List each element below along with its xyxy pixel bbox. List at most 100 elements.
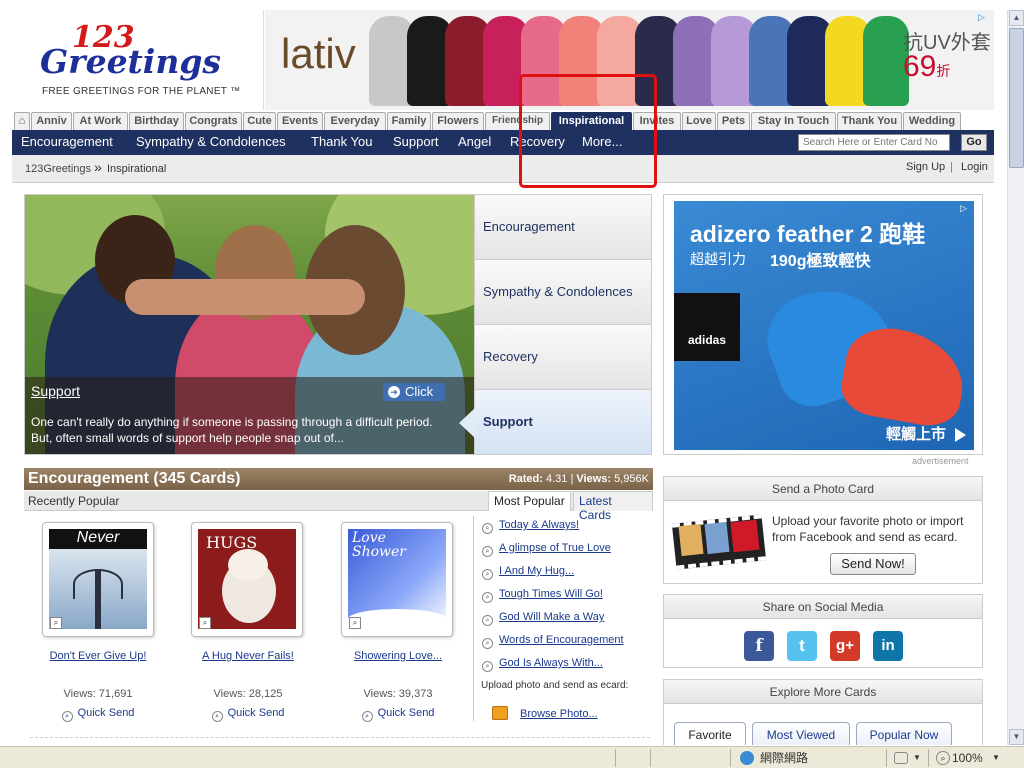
card-thumbnail[interactable]: HUGS ⌕ [191, 522, 303, 637]
preview-icon: ⌕ [482, 592, 493, 603]
zoom-icon[interactable]: ⌕ [349, 617, 361, 629]
tab-stay-in-touch[interactable]: Stay In Touch [751, 112, 836, 130]
card-views: Views: 39,373 [363, 688, 433, 700]
nav-support[interactable]: Support [393, 134, 439, 149]
preview-icon: ⌕ [482, 615, 493, 626]
zoom-icon[interactable]: ⌕ [199, 617, 211, 629]
quick-send-link[interactable]: ⌕ Quick Send [328, 707, 468, 722]
advertisement-label: advertisement [912, 456, 969, 466]
zoom-icon[interactable]: ⌕ [50, 617, 62, 629]
linkedin-icon[interactable]: in [873, 631, 903, 661]
popular-card-link[interactable]: ⌕ Tough Times Will Go! [482, 588, 603, 603]
tab-events[interactable]: Events [277, 112, 323, 130]
popular-card-link[interactable]: ⌕ A glimpse of True Love [482, 542, 611, 557]
adidas-logo: adidas [674, 293, 740, 361]
tab-birthday[interactable]: Birthday [129, 112, 184, 130]
tab-family[interactable]: Family [387, 112, 431, 130]
slider-tab-support[interactable]: Support [459, 390, 651, 454]
login-link[interactable]: Login [961, 161, 988, 173]
facebook-icon[interactable]: f [744, 631, 774, 661]
card-name-link[interactable]: Don't Ever Give Up! [28, 650, 168, 662]
card-thumbnail[interactable]: Love Shower ⌕ [341, 522, 453, 637]
encouragement-title[interactable]: Encouragement (345 Cards) [28, 470, 241, 488]
tab-thank-you[interactable]: Thank You [837, 112, 902, 130]
adchoices-icon[interactable]: ▷ [978, 12, 990, 24]
explore-panel: Explore More Cards Favorite Most Viewed … [663, 679, 983, 745]
card-image: Never [49, 529, 147, 629]
popular-card-link[interactable]: ⌕ I And My Hug... [482, 565, 574, 580]
slider-tab-encouragement[interactable]: Encouragement [474, 195, 651, 260]
tab-flowers[interactable]: Flowers [432, 112, 484, 130]
send-now-button[interactable]: Send Now! [830, 553, 916, 575]
featured-slider: Support ➜ Click One can't really do anyt… [24, 194, 652, 455]
featured-click-button[interactable]: ➜ Click [383, 383, 445, 401]
nav-thank-you[interactable]: Thank You [311, 134, 372, 149]
tab-favorite[interactable]: Favorite [674, 722, 746, 745]
description-text-cut [30, 742, 650, 745]
search-input[interactable] [798, 134, 950, 151]
tab-anniv[interactable]: Anniv [31, 112, 72, 130]
tab-most-viewed[interactable]: Most Viewed [752, 722, 850, 745]
tab-pets[interactable]: Pets [717, 112, 750, 130]
breadcrumb-home[interactable]: 123Greetings [25, 163, 91, 175]
google-plus-icon[interactable]: g+ [830, 631, 860, 661]
chevron-down-icon[interactable]: ▼ [992, 750, 1000, 766]
play-icon [955, 428, 966, 442]
slider-tab-sympathy[interactable]: Sympathy & Condolences [474, 260, 651, 325]
site-logo[interactable]: 123 Greetings FREE GREETINGS FOR THE PLA… [12, 10, 264, 110]
card-image: HUGS [198, 529, 296, 629]
popular-card-link[interactable]: ⌕ Words of Encouragement [482, 634, 624, 649]
tab-wedding[interactable]: Wedding [903, 112, 961, 130]
twitter-icon[interactable]: t [787, 631, 817, 661]
quick-send-link[interactable]: ⌕ Quick Send [28, 707, 168, 722]
slider-tab-recovery[interactable]: Recovery [474, 325, 651, 390]
zoom-level[interactable]: 100% [952, 750, 983, 766]
featured-title[interactable]: Support [31, 383, 80, 399]
zone-label: 網際網路 [760, 751, 809, 765]
nav-angel[interactable]: Angel [458, 134, 491, 149]
protected-mode-icon[interactable] [894, 752, 908, 764]
quick-send-icon: ⌕ [211, 711, 223, 722]
card-name-link[interactable]: Showering Love... [328, 650, 468, 662]
nav-encouragement[interactable]: Encouragement [21, 134, 113, 149]
popular-card-link[interactable]: ⌕ God Is Always With... [482, 657, 603, 672]
adidas-ad[interactable]: adizero feather 2 跑鞋 超越引力 190g極致輕快 adida… [674, 201, 974, 450]
divider [730, 749, 731, 767]
subcategory-nav: Encouragement Sympathy & Condolences Tha… [12, 130, 994, 155]
photo-card-title: Send a Photo Card [664, 477, 982, 501]
home-tab-icon[interactable]: ⌂ [14, 112, 30, 130]
card-name-link[interactable]: A Hug Never Fails! [178, 650, 318, 662]
tab-popular-now[interactable]: Popular Now [856, 722, 952, 745]
shoe-image [837, 321, 971, 431]
scrollbar-thumb[interactable] [1009, 28, 1024, 168]
popular-card-link[interactable]: ⌕ God Will Make a Way [482, 611, 604, 626]
signup-link[interactable]: Sign Up [906, 161, 945, 173]
card-thumbnail[interactable]: Never ⌕ [42, 522, 154, 637]
popular-card-link[interactable]: ⌕ Today & Always! [482, 519, 579, 534]
tab-latest-cards[interactable]: Latest Cards [573, 491, 653, 522]
card-image-text: Love Shower [352, 530, 406, 560]
tab-congrats[interactable]: Congrats [185, 112, 242, 130]
quick-send-link[interactable]: ⌕ Quick Send [178, 707, 318, 722]
card-views: Views: 28,125 [213, 688, 283, 700]
quick-send-icon: ⌕ [61, 711, 73, 722]
zoom-icon[interactable]: ⌕ [936, 751, 950, 765]
tab-most-popular[interactable]: Most Popular [488, 491, 571, 511]
arrow-right-icon: ➜ [388, 386, 400, 398]
ad-subline: 超越引力 [690, 251, 746, 267]
filmstrip-image [671, 514, 767, 570]
adchoices-icon[interactable]: ▷ [960, 203, 972, 215]
chevron-down-icon[interactable]: ▼ [913, 750, 921, 766]
scroll-down-icon[interactable]: ▼ [1009, 729, 1024, 745]
card-views: Views: 71,691 [63, 688, 133, 700]
logo-tagline: FREE GREETINGS FOR THE PLANET ™ [42, 86, 241, 97]
tab-at-work[interactable]: At Work [73, 112, 128, 130]
tab-everyday[interactable]: Everyday [324, 112, 386, 130]
search-go-button[interactable]: Go [961, 134, 987, 151]
tab-cute[interactable]: Cute [243, 112, 276, 130]
browse-photo-link[interactable]: Browse Photo... [492, 706, 598, 720]
scroll-up-icon[interactable]: ▲ [1009, 10, 1024, 26]
nav-sympathy[interactable]: Sympathy & Condolences [136, 134, 286, 149]
vertical-scrollbar[interactable]: ▲ ▼ [1007, 10, 1024, 745]
tab-love[interactable]: Love [682, 112, 716, 130]
